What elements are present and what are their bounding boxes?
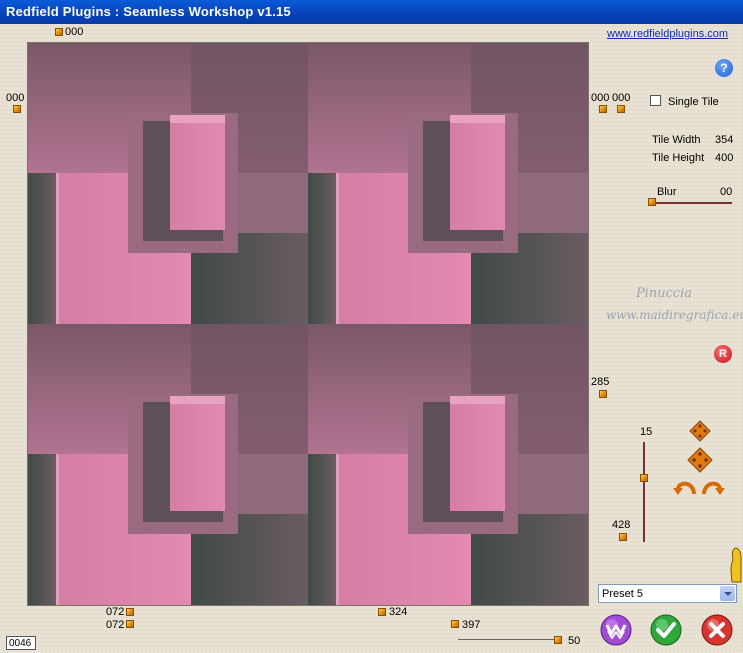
title-bar: Redfield Plugins : Seamless Workshop v1.…	[0, 0, 743, 24]
bottom-left-value-1: 072	[106, 606, 125, 618]
top-offset-marker[interactable]	[55, 28, 63, 36]
vertical-slider-thumb[interactable]	[640, 474, 648, 482]
hand-cursor-icon	[730, 547, 742, 583]
random-button[interactable]	[600, 614, 632, 646]
right-bottom-offset-value: 285	[591, 376, 610, 388]
bottom-397-value: 397	[462, 619, 481, 631]
move-large-icon[interactable]	[687, 447, 713, 473]
rotate-left-icon[interactable]	[672, 476, 698, 496]
right-offset-value-a: 000	[591, 92, 610, 104]
right-offset-marker-a[interactable]	[599, 105, 607, 113]
left-offset-marker[interactable]	[13, 105, 21, 113]
blur-label: Blur	[657, 186, 677, 198]
bottom-left-marker-2[interactable]	[126, 620, 134, 628]
redfield-link[interactable]: www.redfieldplugins.com	[607, 28, 728, 40]
bottom-397-marker[interactable]	[451, 620, 459, 628]
preset-selected-value: Preset 5	[602, 588, 643, 600]
right-offset-marker-b[interactable]	[617, 105, 625, 113]
bottom-left-marker-1[interactable]	[126, 608, 134, 616]
right-offset-value-b: 000	[612, 92, 631, 104]
bottom-mid-value: 324	[389, 606, 408, 618]
bottom-slider-value: 50	[568, 635, 581, 647]
tile-width-label: Tile Width	[652, 134, 701, 146]
cancel-button[interactable]	[701, 614, 733, 646]
bottom-left-value-2: 072	[106, 619, 125, 631]
help-icon[interactable]: ?	[715, 59, 733, 77]
tile-preview-canvas[interactable]	[27, 42, 589, 606]
window-title: Redfield Plugins : Seamless Workshop v1.…	[6, 4, 291, 19]
bottom-mid-marker[interactable]	[378, 608, 386, 616]
vslider-top-value: 15	[640, 426, 653, 438]
tile-height-value: 400	[715, 152, 734, 164]
preset-select[interactable]: Preset 5	[598, 584, 737, 603]
bottom-slider-track[interactable]	[458, 639, 562, 640]
bottom-slider-thumb[interactable]	[554, 636, 562, 644]
frame-counter: 0046	[6, 636, 36, 650]
top-offset-value: 000	[65, 26, 84, 38]
watermark-line1: Pinuccia	[635, 286, 693, 301]
blur-value: 00	[720, 186, 733, 198]
single-tile-label: Single Tile	[668, 96, 719, 108]
watermark-line2: www.maidiregrafica.eu	[606, 308, 743, 322]
right-bottom-offset-marker[interactable]	[599, 390, 607, 398]
blur-slider-thumb[interactable]	[648, 198, 656, 206]
rotate-right-icon[interactable]	[700, 476, 726, 496]
move-small-icon[interactable]	[689, 420, 711, 442]
reset-icon[interactable]: R	[714, 345, 732, 363]
tile-width-value: 354	[715, 134, 734, 146]
ok-button[interactable]	[650, 614, 682, 646]
vslider-bottom-marker[interactable]	[619, 533, 627, 541]
vslider-bottom-value: 428	[612, 519, 631, 531]
preview-pattern	[28, 43, 588, 605]
tile-height-label: Tile Height	[652, 152, 705, 164]
left-offset-value: 000	[6, 92, 25, 104]
chevron-down-icon[interactable]	[720, 586, 735, 601]
blur-slider-track[interactable]	[650, 202, 732, 204]
vertical-slider-track[interactable]	[643, 442, 645, 542]
single-tile-checkbox[interactable]	[650, 95, 661, 106]
